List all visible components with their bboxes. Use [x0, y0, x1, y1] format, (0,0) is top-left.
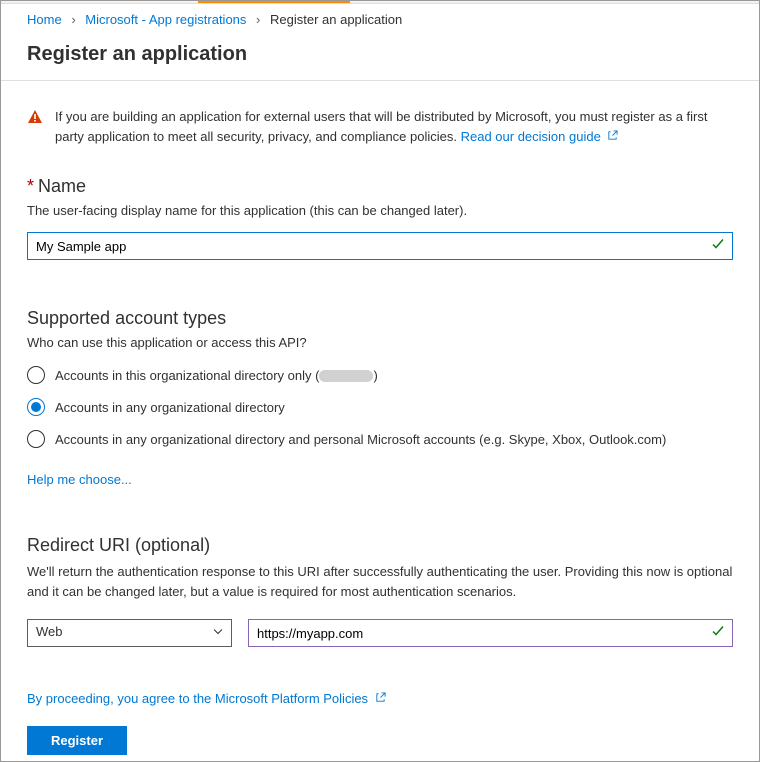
- help-me-choose-link[interactable]: Help me choose...: [27, 472, 132, 487]
- radio-label: Accounts in any organizational directory: [55, 400, 285, 415]
- radio-label: Accounts in any organizational directory…: [55, 432, 666, 447]
- breadcrumb-app-registrations[interactable]: Microsoft - App registrations: [85, 12, 246, 27]
- radio-icon: [27, 398, 45, 416]
- chevron-down-icon: [212, 626, 224, 641]
- radio-icon: [27, 366, 45, 384]
- radio-multi-tenant-personal[interactable]: Accounts in any organizational directory…: [27, 430, 733, 448]
- register-button[interactable]: Register: [27, 726, 127, 755]
- redirect-uri-hint: We'll return the authentication response…: [27, 562, 733, 601]
- checkmark-icon: [711, 625, 725, 642]
- account-types-radio-group: Accounts in this organizational director…: [27, 366, 733, 448]
- agreement-text: By proceeding, you agree to the Microsof…: [27, 691, 733, 706]
- account-types-title: Supported account types: [27, 308, 733, 329]
- name-label: *Name: [27, 176, 733, 197]
- warning-banner: If you are building an application for e…: [27, 107, 733, 146]
- chevron-right-icon: ›: [256, 12, 260, 27]
- platform-select-value: Web: [27, 619, 232, 647]
- platform-select[interactable]: Web: [27, 619, 232, 647]
- account-types-hint: Who can use this application or access t…: [27, 335, 733, 350]
- radio-single-tenant[interactable]: Accounts in this organizational director…: [27, 366, 733, 384]
- redacted-tenant-name: [319, 370, 373, 382]
- breadcrumb: Home › Microsoft - App registrations › R…: [1, 4, 759, 33]
- name-hint: The user-facing display name for this ap…: [27, 203, 733, 218]
- checkmark-icon: [711, 238, 725, 255]
- required-indicator: *: [27, 176, 34, 196]
- radio-icon: [27, 430, 45, 448]
- decision-guide-link[interactable]: Read our decision guide: [461, 129, 619, 144]
- breadcrumb-home[interactable]: Home: [27, 12, 62, 27]
- external-link-icon: [607, 129, 618, 144]
- radio-multi-tenant[interactable]: Accounts in any organizational directory: [27, 398, 733, 416]
- chevron-right-icon: ›: [71, 12, 75, 27]
- redirect-uri-input[interactable]: [248, 619, 733, 647]
- name-input[interactable]: [27, 232, 733, 260]
- top-accent-bar: [1, 1, 759, 4]
- breadcrumb-current: Register an application: [270, 12, 402, 27]
- page-title: Register an application: [1, 33, 759, 80]
- external-link-icon: [375, 691, 386, 706]
- platform-policies-link[interactable]: By proceeding, you agree to the Microsof…: [27, 691, 386, 706]
- radio-label: Accounts in this organizational director…: [55, 368, 378, 383]
- redirect-uri-title: Redirect URI (optional): [27, 535, 733, 556]
- warning-icon: [27, 109, 43, 128]
